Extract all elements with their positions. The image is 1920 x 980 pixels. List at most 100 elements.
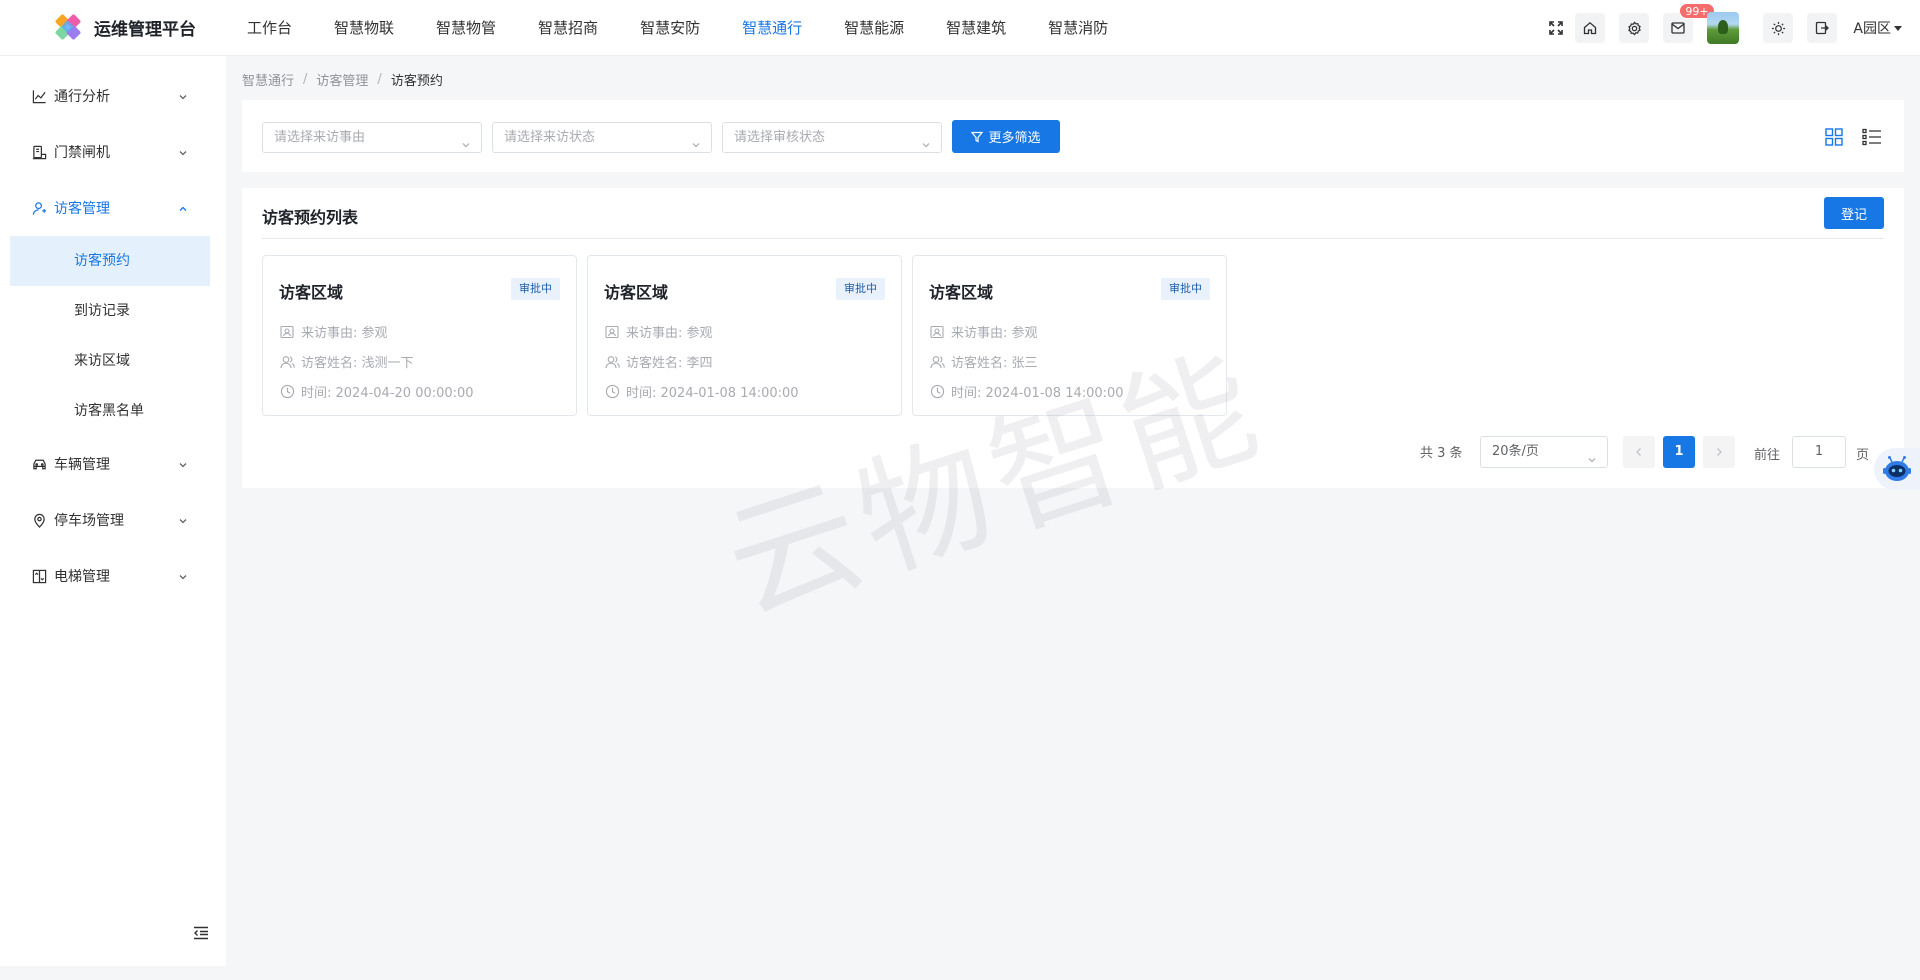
divider	[262, 238, 1884, 239]
users-icon	[279, 354, 295, 370]
avatar[interactable]	[1707, 12, 1740, 44]
mail-icon[interactable]: 99+	[1663, 3, 1715, 43]
gate-icon	[31, 144, 47, 160]
chevron-down-icon	[461, 132, 471, 161]
pagination: 共 3 条 20条/页 1 前往 1 页	[242, 436, 1904, 468]
card-time: 时间: 2024-04-20 00:00:00	[279, 382, 474, 401]
sidebar-item-parking[interactable]: 停车场管理	[0, 492, 226, 548]
theme-sun-icon[interactable]	[1763, 13, 1794, 43]
topnav-item-building[interactable]: 智慧建筑	[925, 0, 1027, 56]
caret-down-icon	[1894, 25, 1902, 31]
sidebar-item-elevator[interactable]: 电梯管理	[0, 548, 226, 604]
topnav-item-investment[interactable]: 智慧招商	[517, 0, 619, 56]
user-icon	[31, 200, 47, 216]
sidebar-subitem-visitor-booking[interactable]: 访客预约	[10, 236, 210, 286]
card-title: 访客区域	[604, 283, 669, 302]
clock-icon	[604, 384, 620, 400]
clock-icon	[279, 384, 295, 400]
logo[interactable]: 运维管理平台	[0, 13, 226, 43]
topnav-item-access[interactable]: 智慧通行	[721, 0, 823, 56]
card-reason: 来访事由: 参观	[929, 322, 1038, 341]
card-time: 时间: 2024-01-08 14:00:00	[604, 382, 799, 401]
sidebar-item-visitor[interactable]: 访客管理	[0, 180, 226, 236]
chevron-down-icon	[691, 132, 701, 161]
sidebar-item-gate[interactable]: 门禁闸机	[0, 124, 226, 180]
logout-icon[interactable]	[1807, 13, 1838, 43]
id-card-icon	[279, 324, 295, 340]
list-view-icon[interactable]	[1862, 127, 1882, 147]
visitor-booking-list: 访客预约列表 登记 访客区域 审批中 来访事由: 参观 访客姓名: 浅测一下 时…	[242, 188, 1904, 488]
sidebar-item-label: 通行分析	[54, 89, 110, 105]
sidebar-item-traffic-analysis[interactable]: 通行分析	[0, 68, 226, 124]
area-select-label: A园区	[1853, 21, 1891, 37]
goto-label: 前往	[1754, 448, 1781, 463]
review-status-select[interactable]: 请选择审核状态	[722, 122, 942, 153]
select-placeholder: 请选择来访事由	[274, 130, 366, 145]
register-button[interactable]: 登记	[1824, 197, 1884, 229]
next-page-button[interactable]	[1703, 436, 1735, 468]
chart-line-icon	[31, 88, 47, 104]
id-card-icon	[604, 324, 620, 340]
visitor-card[interactable]: 访客区域 审批中 来访事由: 参观 访客姓名: 李四 时间: 2024-01-0…	[587, 255, 902, 416]
sidebar-item-vehicle[interactable]: 车辆管理	[0, 436, 226, 492]
status-badge: 审批中	[1161, 278, 1210, 300]
page-suffix-label: 页	[1856, 448, 1870, 463]
top-nav: 工作台 智慧物联 智慧物管 智慧招商 智慧安防 智慧通行 智慧能源 智慧建筑 智…	[226, 0, 1129, 56]
topnav-item-iot[interactable]: 智慧物联	[313, 0, 415, 56]
visit-reason-select[interactable]: 请选择来访事由	[262, 122, 482, 153]
visitor-card[interactable]: 访客区域 审批中 来访事由: 参观 访客姓名: 张三 时间: 2024-01-0…	[912, 255, 1227, 416]
breadcrumb-item[interactable]: 访客管理	[316, 70, 368, 89]
page-number-current[interactable]: 1	[1663, 436, 1695, 468]
breadcrumb-current: 访客预约	[390, 74, 443, 89]
car-icon	[31, 456, 47, 472]
goto-page-input[interactable]: 1	[1792, 436, 1846, 468]
card-visitor-name: 访客姓名: 浅测一下	[279, 352, 414, 371]
clock-icon	[929, 384, 945, 400]
card-visitor-name: 访客姓名: 张三	[929, 352, 1038, 371]
chevron-down-icon	[921, 132, 931, 161]
topnav-item-security[interactable]: 智慧安防	[619, 0, 721, 56]
grid-view-icon[interactable]	[1824, 127, 1844, 147]
chevron-down-icon	[178, 90, 188, 106]
more-filters-label: 更多筛选	[988, 131, 1041, 146]
card-title: 访客区域	[279, 283, 344, 302]
chevron-up-icon	[178, 202, 188, 218]
chevron-down-icon	[1587, 447, 1597, 477]
sidebar-item-label: 停车场管理	[54, 513, 124, 529]
fullscreen-icon[interactable]	[1545, 13, 1567, 43]
chevron-down-icon	[178, 146, 188, 162]
page-size-select[interactable]: 20条/页	[1480, 436, 1608, 468]
sidebar-item-label: 访客管理	[54, 201, 110, 217]
card-title: 访客区域	[929, 283, 994, 302]
collapse-menu-icon[interactable]	[193, 926, 209, 944]
app-title: 运维管理平台	[94, 20, 196, 40]
sidebar-item-label: 车辆管理	[54, 457, 110, 473]
topnav-item-property[interactable]: 智慧物管	[415, 0, 517, 56]
sidebar-item-label: 门禁闸机	[54, 145, 110, 161]
topnav-item-fire[interactable]: 智慧消防	[1027, 0, 1129, 56]
sidebar-subitem-visitor-blacklist[interactable]: 访客黑名单	[0, 386, 226, 436]
top-toolbar: 99+ A园区	[1545, 0, 1920, 56]
card-reason: 来访事由: 参观	[604, 322, 713, 341]
sidebar-subitem-visit-records[interactable]: 到访记录	[0, 286, 226, 336]
register-label: 登记	[1840, 207, 1867, 223]
breadcrumb-item[interactable]: 智慧通行	[242, 70, 294, 89]
assistant-robot-icon[interactable]	[1874, 448, 1920, 490]
home-icon[interactable]	[1575, 13, 1606, 43]
settings-gear-icon[interactable]	[1619, 13, 1650, 43]
users-icon	[929, 354, 945, 370]
filter-icon	[971, 131, 984, 143]
status-badge: 审批中	[836, 278, 885, 300]
prev-page-button[interactable]	[1623, 436, 1655, 468]
visit-status-select[interactable]: 请选择来访状态	[492, 122, 712, 153]
topnav-item-workbench[interactable]: 工作台	[226, 0, 313, 56]
visitor-card[interactable]: 访客区域 审批中 来访事由: 参观 访客姓名: 浅测一下 时间: 2024-04…	[262, 255, 577, 416]
more-filters-button[interactable]: 更多筛选	[952, 120, 1060, 153]
chevron-down-icon	[178, 514, 188, 530]
select-placeholder: 请选择审核状态	[734, 130, 826, 145]
sidebar-subitem-visit-areas[interactable]: 来访区域	[0, 336, 226, 386]
pagination-total: 共 3 条	[1420, 446, 1463, 461]
area-select[interactable]: A园区	[1853, 18, 1902, 38]
topnav-item-energy[interactable]: 智慧能源	[823, 0, 925, 56]
sidebar-item-label: 电梯管理	[54, 569, 110, 585]
